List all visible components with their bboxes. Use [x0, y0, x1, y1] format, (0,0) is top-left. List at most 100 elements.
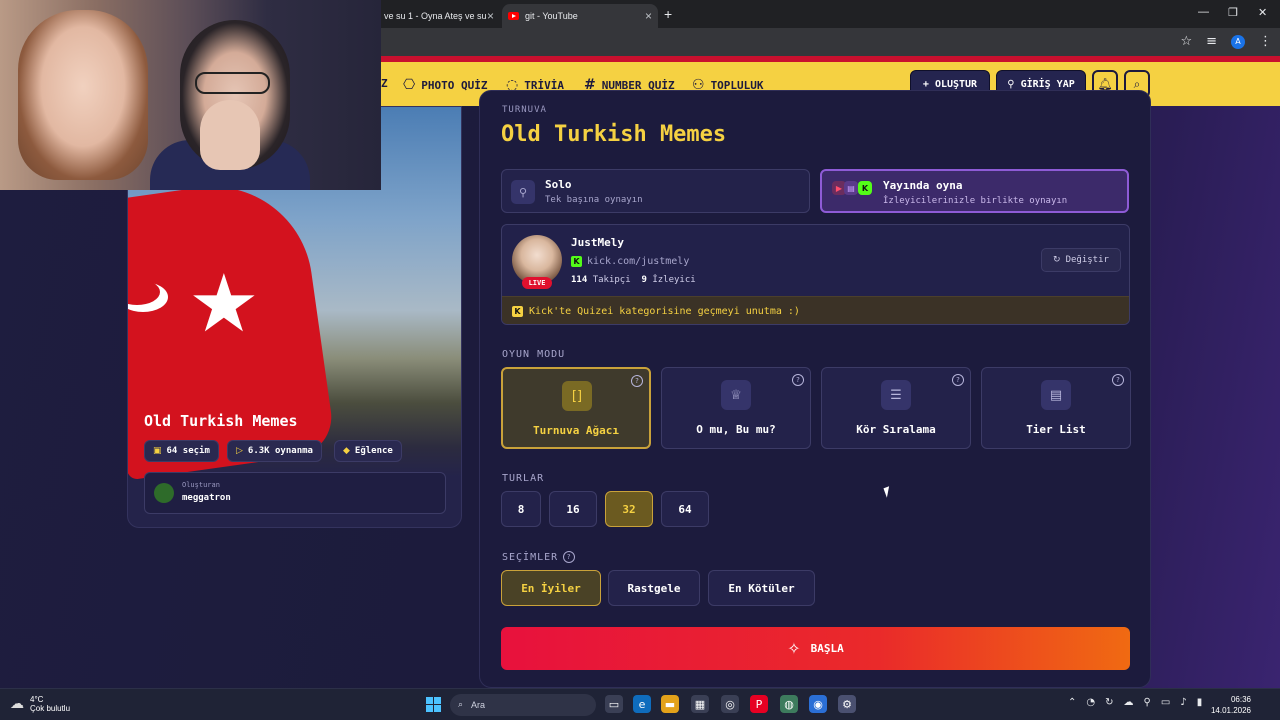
- live-badge: LIVE: [522, 277, 552, 289]
- round-64-button[interactable]: 64: [661, 491, 709, 527]
- viewers-label: İzleyici: [652, 275, 696, 285]
- nav-photo-quiz[interactable]: ⎔ PHOTO QUİZ: [403, 77, 487, 93]
- glasses: [195, 72, 270, 94]
- bookmark-star-icon[interactable]: ☆: [1180, 34, 1192, 49]
- task-view-icon[interactable]: ▭: [605, 695, 623, 713]
- help-icon[interactable]: ?: [1112, 374, 1124, 386]
- onedrive-icon[interactable]: ☁: [1124, 697, 1134, 708]
- followers-label: Takipçi: [592, 275, 631, 285]
- system-clock[interactable]: 06:36 14.01.2026: [1211, 694, 1251, 716]
- close-tab-icon[interactable]: ×: [645, 9, 652, 23]
- weather-desc: Çok bulutlu: [30, 704, 71, 713]
- maximize-button[interactable]: ❐: [1228, 6, 1238, 19]
- streamer-stats: 114 Takipçi 9 İzleyici: [571, 275, 696, 285]
- pinterest-icon[interactable]: P: [750, 695, 768, 713]
- media-queue-icon[interactable]: ≡: [1206, 34, 1217, 49]
- weather-temp: 4°C: [30, 695, 44, 704]
- start-button[interactable]: ✧ BAŞLA: [501, 627, 1130, 670]
- streamer-url[interactable]: K kick.com/justmely: [571, 256, 689, 267]
- viewers-count: 9: [641, 275, 647, 285]
- round-32-button[interactable]: 32: [605, 491, 653, 527]
- page-title: Old Turkish Memes: [501, 122, 727, 147]
- note-text: Kick'te Quizei kategorisine geçmeyi unut…: [529, 306, 800, 317]
- round-16-button[interactable]: 16: [549, 491, 597, 527]
- sync-icon[interactable]: ↻: [1105, 697, 1113, 708]
- volume-icon[interactable]: ♪: [1180, 697, 1186, 708]
- system-tray: ⌃ ◔ ↻ ☁ ⚲ ▭ ♪ ▮: [1068, 697, 1202, 708]
- category-chip[interactable]: ◆ Eğlence: [334, 440, 402, 462]
- browser-toolbar-icons: ☆ ≡ A ⋮: [1180, 34, 1272, 49]
- random-choices-button[interactable]: Rastgele: [608, 570, 700, 606]
- quiz-title: Old Turkish Memes: [144, 412, 298, 430]
- rounds-label: TURLAR: [502, 473, 544, 484]
- crown-icon: ♕: [721, 380, 751, 410]
- play-icon: ▷: [236, 446, 243, 456]
- tab-title: ve su 1 - Oyna Ateş ve su: [384, 11, 487, 21]
- mode-blind-ranking[interactable]: ☰ ? Kör Sıralama: [821, 367, 971, 449]
- search-icon: ⌕: [458, 700, 464, 710]
- chevron-up-icon[interactable]: ⌃: [1068, 697, 1076, 708]
- new-tab-button[interactable]: +: [664, 6, 672, 22]
- flag-star-icon: ★: [188, 257, 260, 350]
- close-window-button[interactable]: ✕: [1258, 6, 1267, 19]
- creator-box[interactable]: Oluşturan meggatron: [144, 472, 446, 514]
- nav-quiz[interactable]: Z: [381, 77, 388, 90]
- clock-time: 06:36: [1230, 695, 1251, 704]
- stream-mode-option[interactable]: ▶ ▤ K Yayında oyna İzleyicilerinizle bir…: [820, 169, 1129, 213]
- help-icon[interactable]: ?: [631, 375, 643, 387]
- kick-icon: K: [858, 181, 872, 195]
- browser-icon[interactable]: ◍: [780, 695, 798, 713]
- store-icon[interactable]: ▦: [691, 695, 709, 713]
- mode-this-or-that[interactable]: ♕ ? O mu, Bu mu?: [661, 367, 811, 449]
- images-icon: ▣: [153, 446, 162, 456]
- list-icon: ☰: [881, 380, 911, 410]
- browser-tab-2[interactable]: git - YouTube ×: [502, 4, 658, 28]
- nav-label: Z: [381, 77, 388, 90]
- windows-start-icon[interactable]: [426, 697, 441, 712]
- game-mode-label-text: Kör Sıralama: [856, 423, 936, 436]
- game-mode-label-text: O mu, Bu mu?: [696, 423, 776, 436]
- profile-avatar[interactable]: A: [1231, 34, 1245, 49]
- twitch-icon: ▤: [844, 181, 858, 195]
- streamer-face-left: [18, 10, 148, 180]
- tier-icon: ▤: [1041, 380, 1071, 410]
- search-placeholder: Ara: [471, 700, 486, 710]
- mode-subtitle: İzleyicilerinizle birlikte oynayın: [883, 196, 1068, 206]
- best-choices-button[interactable]: En İyiler: [501, 570, 601, 606]
- change-streamer-button[interactable]: ↻ Değiştir: [1041, 248, 1121, 272]
- menu-dots-icon[interactable]: ⋮: [1259, 34, 1272, 49]
- choices-chip: ▣ 64 seçim: [144, 440, 219, 462]
- help-icon[interactable]: ?: [792, 374, 804, 386]
- kick-category-note: K Kick'te Quizei kategorisine geçmeyi un…: [502, 296, 1129, 324]
- worst-choices-button[interactable]: En Kötüler: [708, 570, 815, 606]
- edge-icon[interactable]: e: [633, 695, 651, 713]
- settings-icon[interactable]: ⚙: [838, 695, 856, 713]
- taskbar-search[interactable]: ⌕ Ara: [450, 694, 596, 716]
- minimize-button[interactable]: —: [1198, 6, 1209, 18]
- user-icon: ⚲: [1007, 78, 1015, 90]
- battery-icon[interactable]: ▮: [1197, 697, 1203, 708]
- microphone-icon[interactable]: ⚲: [1144, 697, 1151, 708]
- round-8-button[interactable]: 8: [501, 491, 541, 527]
- tray-app-icon[interactable]: ◔: [1086, 697, 1095, 708]
- change-label: Değiştir: [1065, 255, 1109, 265]
- section-label-text: SEÇİMLER: [502, 551, 559, 563]
- cloud-icon: ☁: [10, 696, 24, 712]
- network-icon[interactable]: ▭: [1161, 697, 1170, 708]
- clock-date: 14.01.2026: [1210, 706, 1251, 715]
- bracket-icon: []: [562, 381, 592, 411]
- mode-tier-list[interactable]: ▤ ? Tier List: [981, 367, 1131, 449]
- close-tab-icon[interactable]: ×: [487, 9, 494, 23]
- chrome-icon[interactable]: ◉: [809, 695, 827, 713]
- help-icon[interactable]: ?: [563, 551, 576, 563]
- weather-widget[interactable]: ☁ 4°C Çok bulutlu: [10, 695, 70, 713]
- browser-tab-1[interactable]: ve su 1 - Oyna Ateş ve su ×: [378, 4, 500, 28]
- mode-tournament-bracket[interactable]: [] ? Turnuva Ağacı: [501, 367, 651, 449]
- game-setup-card: TURNUVA Old Turkish Memes ⚲ Solo Tek baş…: [479, 90, 1151, 688]
- help-icon[interactable]: ?: [952, 374, 964, 386]
- file-explorer-icon[interactable]: ▬: [661, 695, 679, 713]
- solo-mode-option[interactable]: ⚲ Solo Tek başına oynayın: [501, 169, 810, 213]
- mode-subtitle: Tek başına oynayın: [545, 195, 643, 205]
- category-icon: ◆: [343, 446, 350, 456]
- app-icon[interactable]: ◎: [721, 695, 739, 713]
